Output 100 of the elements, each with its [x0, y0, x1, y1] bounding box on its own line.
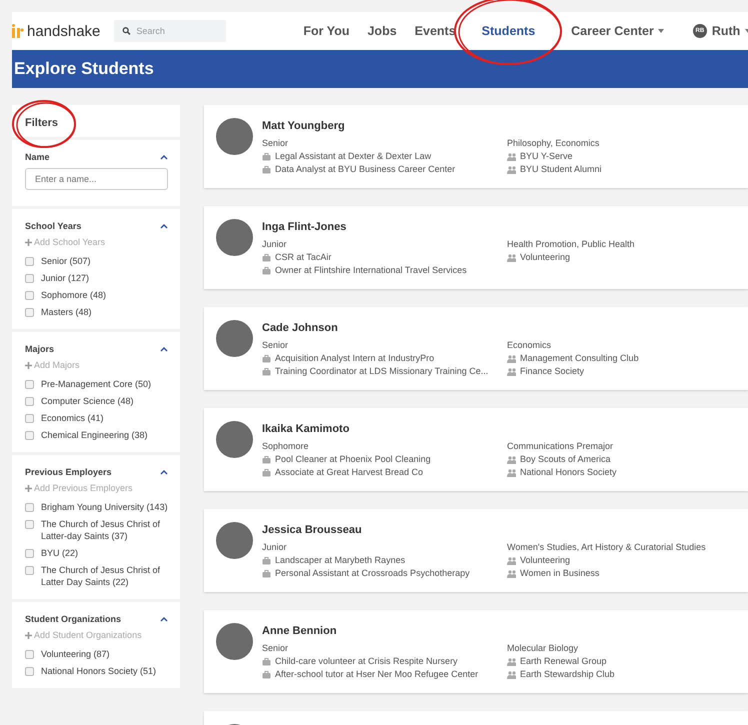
job-text: Acquisition Analyst Intern at IndustryPro — [275, 352, 434, 365]
job-text: Personal Assistant at Crossroads Psychotherapy — [275, 567, 470, 580]
student-card[interactable]: Matt Youngberg Senior Legal Assistant at Dexter & Dexter Law Data Analyst at BYU Business Career Center Philosophy, Economics BYU Y-Serve BYU Student Alumni — [204, 105, 748, 188]
people-icon — [507, 354, 516, 362]
option-label: Sophomore (48) — [41, 289, 106, 301]
job-text: Child-care volunteer at Crisis Respite Nursery — [275, 655, 458, 668]
checkbox[interactable] — [25, 397, 34, 406]
search-field[interactable]: Search — [114, 20, 226, 42]
job-text: Training Coordinator at LDS Missionary Training Ce... — [275, 365, 488, 378]
option-label: Chemical Engineering (38) — [41, 429, 148, 441]
chevron-up-icon[interactable] — [160, 469, 168, 475]
checkbox[interactable] — [25, 291, 34, 300]
people-icon — [507, 152, 516, 160]
organization-text: National Honors Society — [520, 466, 617, 479]
organization-text: BYU Y-Serve — [520, 150, 573, 163]
school-year: Senior — [262, 339, 290, 352]
organization-text: Volunteering — [520, 251, 570, 264]
briefcase-icon — [262, 354, 271, 362]
nav-link[interactable]: Jobs — [358, 24, 406, 38]
photo-placeholder — [216, 118, 253, 155]
filters-heading: Filters — [25, 117, 58, 129]
page-title: Explore Students — [14, 59, 154, 79]
checkbox[interactable] — [25, 414, 34, 423]
job-text: After-school tutor at Hser Ner Moo Refugee Center — [275, 668, 478, 681]
checkbox[interactable] — [25, 431, 34, 440]
chevron-up-icon[interactable] — [160, 616, 168, 622]
caret-icon — [658, 29, 664, 33]
student-card[interactable]: Inga Flint-Jones Junior CSR at TacAir Owner at Flintshire International Travel Services Health Promotion, Public Health Volunteering — [204, 206, 748, 289]
organization-text: Finance Society — [520, 365, 584, 378]
briefcase-icon — [262, 152, 271, 160]
student-name[interactable]: Anne Bennion — [262, 625, 748, 637]
briefcase-icon — [262, 570, 271, 578]
briefcase-icon — [262, 556, 271, 564]
photo-placeholder — [216, 522, 253, 559]
briefcase-icon — [262, 368, 271, 376]
people-icon — [507, 670, 516, 678]
option-label: Junior (127) — [41, 272, 90, 284]
chevron-up-icon[interactable] — [160, 223, 168, 229]
checkbox[interactable] — [25, 549, 34, 558]
student-card[interactable]: Cade Johnson Senior Acquisition Analyst Intern at IndustryPro Training Coordinator at LDS Missionary Training Ce... Economics Management Consulting Club Finance Society — [204, 307, 748, 390]
briefcase-icon — [262, 670, 271, 678]
majors-text: Health Promotion, Public Health — [507, 238, 636, 251]
nav-link[interactable]: Career Center — [562, 24, 673, 38]
organization-text: BYU Student Alumni — [520, 163, 602, 176]
student-card[interactable]: Ikaika Kamimoto Sophomore Pool Cleaner at Phoenix Pool Cleaning Associate at Great Harvest Bread Co Communications Premajor Boy Scouts of America National Honors Society — [204, 408, 748, 491]
user-name[interactable]: Ruth — [712, 24, 740, 38]
nav-link[interactable]: Students — [472, 24, 544, 38]
organization-text: Volunteering — [520, 554, 570, 567]
briefcase-icon — [262, 166, 271, 174]
plus-icon — [25, 238, 32, 246]
checkbox[interactable] — [25, 520, 34, 529]
student-name[interactable]: Ikaika Kamimoto — [262, 423, 748, 435]
student-name[interactable]: Cade Johnson — [262, 322, 748, 334]
checkbox[interactable] — [25, 650, 34, 659]
checkbox[interactable] — [25, 667, 34, 676]
section-title: Previous Employers — [25, 467, 112, 477]
name-input[interactable]: Enter a name... — [25, 168, 168, 190]
majors-text: Molecular Biology — [507, 642, 580, 655]
checkbox[interactable] — [25, 380, 34, 389]
job-text: CSR at TacAir — [275, 251, 332, 264]
school-year: Senior — [262, 137, 290, 150]
organization-text: Earth Stewardship Club — [520, 668, 615, 681]
section-title: Name — [25, 152, 50, 162]
chevron-up-icon[interactable] — [160, 346, 168, 352]
checkbox[interactable] — [25, 503, 34, 512]
people-icon — [507, 166, 516, 174]
people-icon — [507, 254, 516, 262]
people-icon — [507, 456, 516, 464]
majors-text: Communications Premajor — [507, 440, 614, 453]
nav-link[interactable]: For You — [294, 24, 358, 38]
school-year: Junior — [262, 238, 288, 251]
student-name[interactable]: Jessica Brousseau — [262, 524, 748, 536]
photo-placeholder — [216, 421, 253, 458]
student-name[interactable]: Inga Flint-Jones — [262, 221, 748, 233]
search-icon — [122, 27, 132, 35]
option-label: The Church of Jesus Christ of Latter-day Saints (37) — [41, 518, 162, 542]
people-icon — [507, 658, 516, 666]
option-label: Senior (507) — [41, 255, 91, 267]
people-icon — [507, 468, 516, 476]
student-name[interactable]: Matt Youngberg — [262, 120, 748, 132]
student-card[interactable]: Anne Bennion Senior Child-care volunteer at Crisis Respite Nursery After-school tutor at Hser Ner Moo Refugee Center Molecular Biology Earth Renewal Group Earth Stewardship Club — [204, 610, 748, 693]
job-text: Pool Cleaner at Phoenix Pool Cleaning — [275, 453, 431, 466]
logo-text: handshake — [27, 22, 100, 40]
job-text: Landscaper at Marybeth Raynes — [275, 554, 406, 567]
plus-icon — [25, 632, 32, 638]
organization-text: Management Consulting Club — [520, 352, 639, 365]
section-title: Student Organizations — [25, 614, 122, 624]
checkbox[interactable] — [25, 257, 34, 266]
organization-text: Boy Scouts of America — [520, 453, 611, 466]
checkbox[interactable] — [25, 274, 34, 283]
school-year: Senior — [262, 642, 290, 655]
checkbox[interactable] — [25, 566, 34, 575]
option-label: Volunteering (87) — [41, 648, 110, 660]
checkbox[interactable] — [25, 308, 34, 317]
option-label: Economics (41) — [41, 412, 104, 424]
option-label: BYU (22) — [41, 547, 78, 559]
student-card[interactable]: Jessica Brousseau Junior Landscaper at Marybeth Raynes Personal Assistant at Crossroads Psychotherapy Women's Studies, Art History & Curatorial Studies Volunteering Women in Business — [204, 509, 748, 592]
chevron-up-icon[interactable] — [160, 154, 168, 160]
section-title: School Years — [25, 221, 82, 231]
job-text: Data Analyst at BYU Business Career Center — [275, 163, 456, 176]
